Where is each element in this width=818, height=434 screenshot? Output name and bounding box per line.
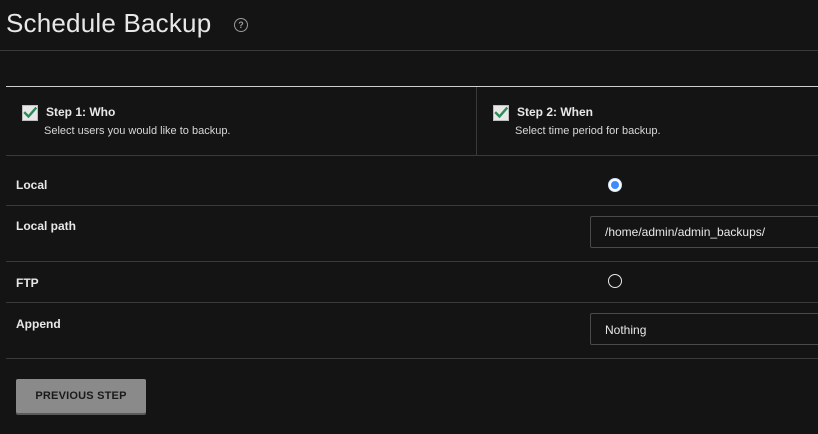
previous-step-button[interactable]: PREVIOUS STEP xyxy=(16,379,146,413)
step-description: Select users you would like to backup. xyxy=(44,125,231,137)
ftp-label: FTP xyxy=(16,276,39,290)
schedule-backup-page: Schedule Backup ? Step 1: Who Select use… xyxy=(0,0,818,434)
append-label: Append xyxy=(16,317,61,331)
step-2[interactable]: Step 2: When Select time period for back… xyxy=(477,87,818,155)
step-1[interactable]: Step 1: Who Select users you would like … xyxy=(6,87,477,155)
local-label: Local xyxy=(16,178,48,192)
check-icon xyxy=(22,105,38,121)
form-row-ftp: FTP xyxy=(6,262,818,303)
step-title: Step 2: When xyxy=(517,105,594,119)
wizard-steps: Step 1: Who Select users you would like … xyxy=(6,86,818,156)
local-path-label: Local path xyxy=(16,219,77,233)
form-row-append: Append Nothing xyxy=(6,303,818,359)
form-row-local: Local xyxy=(6,155,818,206)
step-title: Step 1: Who xyxy=(46,105,116,119)
page-title: Schedule Backup xyxy=(6,8,212,38)
form-row-local-path: Local path xyxy=(6,206,818,262)
append-select-value: Nothing xyxy=(605,323,647,337)
step-description: Select time period for backup. xyxy=(515,125,661,137)
append-select[interactable]: Nothing xyxy=(590,313,818,345)
local-path-input[interactable] xyxy=(590,216,818,248)
title-bar: Schedule Backup ? xyxy=(0,0,818,51)
check-icon xyxy=(493,105,509,121)
ftp-radio[interactable] xyxy=(608,274,622,288)
question-circle-icon[interactable]: ? xyxy=(234,18,248,32)
local-radio[interactable] xyxy=(608,178,622,192)
